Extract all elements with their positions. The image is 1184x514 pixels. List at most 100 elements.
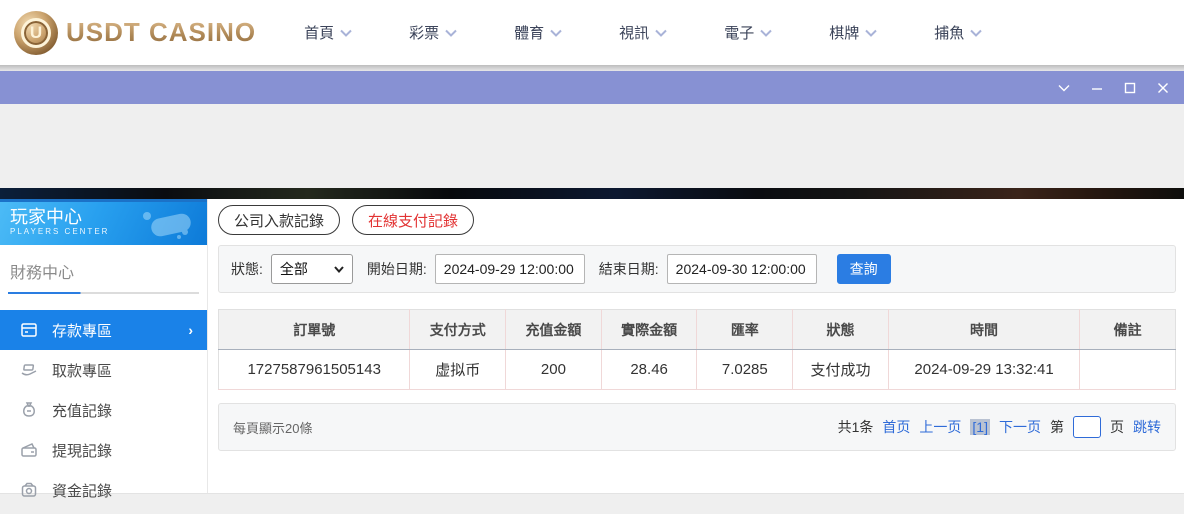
filter-bar: 狀態: 全部 開始日期: 結束日期: 查詢 [218, 245, 1176, 293]
chevron-right-icon: › [188, 322, 193, 338]
pager-controls: 共1条 首页 上一页 [1] 下一页 第 页 跳转 [838, 416, 1161, 438]
nav-item-home[interactable]: 首頁 [304, 22, 352, 43]
chevron-down-icon [334, 265, 344, 273]
sidebar-item-label: 充值記錄 [52, 402, 113, 420]
sidebar: 玩家中心 PLAYERS CENTER 財務中心 存款專區 › 取款專區 › [0, 199, 208, 500]
next-page-link[interactable]: 下一页 [999, 417, 1041, 437]
query-button[interactable]: 查詢 [836, 254, 891, 284]
chevron-down-icon [970, 29, 982, 37]
table-header-cell: 實際金額 [601, 309, 698, 350]
sidebar-menu: 存款專區 › 取款專區 › 充值記錄 › 提現記錄 › 資金記錄 › [0, 310, 207, 510]
page-jump-input[interactable] [1073, 416, 1101, 438]
minimize-icon[interactable] [1090, 81, 1104, 95]
sidebar-item-withdrawal-record[interactable]: 提現記錄 › [0, 430, 207, 470]
page-size-text: 每頁顯示20條 [233, 420, 313, 436]
status-select[interactable]: 全部 [270, 254, 353, 284]
end-date-label: 結束日期: [598, 261, 659, 277]
table-header-cell: 支付方式 [409, 309, 507, 350]
main-content: 公司入款記錄 在線支付記錄 狀態: 全部 開始日期: 結束日期: 查詢 訂單號支… [208, 199, 1184, 493]
sidebar-header: 玩家中心 PLAYERS CENTER [0, 199, 207, 245]
sidebar-item-label: 提現記錄 [52, 442, 113, 460]
chevron-down-icon [340, 29, 352, 37]
start-date-input[interactable] [434, 254, 585, 284]
section-underline [8, 292, 199, 294]
nav-item-slots[interactable]: 電子 [724, 22, 772, 43]
nav-item-cards[interactable]: 棋牌 [829, 22, 877, 43]
current-page-badge: [1] [970, 419, 990, 435]
close-icon[interactable] [1156, 81, 1170, 95]
main-nav: 首頁 彩票 體育 視訊 電子 棋牌 捕魚 [304, 22, 982, 43]
chevron-down-icon [865, 29, 877, 37]
money-bag-icon [23, 402, 35, 417]
jump-action-link[interactable]: 跳转 [1133, 417, 1161, 437]
total-count: 共1条 [837, 419, 874, 435]
table-header-cell: 匯率 [696, 309, 794, 350]
table-cell: 7.0285 [696, 349, 794, 390]
nav-label: 彩票 [409, 25, 440, 42]
nav-label: 體育 [514, 25, 545, 42]
record-tabs: 公司入款記錄 在線支付記錄 [218, 205, 1176, 235]
nav-label: 首頁 [304, 25, 335, 42]
table-cell: 1727587961505143 [218, 349, 411, 390]
table-row: 1727587961505143 虚拟币 200 28.46 7.0285 支付成功 202… [218, 349, 1176, 390]
chevron-down-icon [550, 29, 562, 37]
nav-label: 視訊 [619, 25, 650, 42]
sidebar-item-label: 資金記錄 [52, 482, 113, 500]
nav-label: 捕魚 [934, 25, 965, 42]
maximize-icon[interactable] [1123, 81, 1137, 95]
banner-strip [0, 188, 1184, 199]
pagination-bar: 每頁顯示20條 共1条 首页 上一页 [1] 下一页 第 页 跳转 [218, 403, 1176, 451]
table-header-row: 訂單號 支付方式 充值金額 實際金額 匯率 狀態 時間 備註 [218, 309, 1176, 350]
sidebar-item-label: 存款專區 [52, 322, 113, 340]
status-select-value: 全部 [279, 261, 308, 277]
sidebar-item-funds-record[interactable]: 資金記錄 › [0, 470, 207, 510]
sidebar-item-withdraw-zone[interactable]: 取款專區 › [0, 350, 207, 390]
nav-label: 電子 [724, 25, 755, 42]
finance-section: 財務中心 [0, 245, 207, 300]
table-header-cell: 時間 [888, 309, 1081, 350]
wallet-icon [21, 443, 37, 457]
tab-online-payment-record[interactable]: 在線支付記錄 [352, 205, 475, 235]
tab-company-deposit-record[interactable]: 公司入款記錄 [218, 205, 341, 235]
chevron-down-icon [655, 29, 667, 37]
sidebar-item-label: 取款專區 [52, 362, 113, 380]
chevron-down-icon [760, 29, 772, 37]
table-cell: 200 [505, 349, 602, 390]
nav-label: 棋牌 [829, 25, 860, 42]
nav-item-fishing[interactable]: 捕魚 [934, 22, 982, 43]
chevron-down-icon[interactable] [1057, 81, 1071, 95]
brand-logo[interactable]: U USDT CASINO [14, 10, 257, 55]
table-header-cell: 備註 [1079, 309, 1176, 350]
sidebar-item-deposit-zone[interactable]: 存款專區 › [0, 310, 207, 350]
end-date-input[interactable] [666, 254, 817, 284]
logo-letter: U [29, 23, 43, 42]
records-table: 訂單號 支付方式 充值金額 實際金額 匯率 狀態 時間 備註 1727587961505143… [218, 309, 1176, 390]
nav-item-live[interactable]: 視訊 [619, 22, 667, 43]
table-cell [1079, 349, 1176, 390]
table-header-cell: 狀態 [792, 309, 889, 350]
window-titlebar [0, 71, 1184, 104]
jump-suffix-label: 页 [1110, 419, 1124, 435]
sidebar-item-recharge-record[interactable]: 充值記錄 › [0, 390, 207, 430]
top-header: U USDT CASINO 首頁 彩票 體育 視訊 電子 棋牌 捕魚 [0, 0, 1184, 65]
chevron-down-icon [445, 29, 457, 37]
table-header-cell: 訂單號 [218, 309, 411, 350]
jump-prefix-label: 第 [1050, 419, 1064, 435]
nav-item-sports[interactable]: 體育 [514, 22, 562, 43]
first-page-link[interactable]: 首页 [882, 417, 910, 437]
withdraw-hand-icon [21, 364, 37, 376]
brand-logo-icon: U [14, 10, 58, 55]
coin-purse-icon [21, 482, 37, 497]
table-cell: 2024-09-29 13:32:41 [888, 349, 1081, 390]
table-cell: 虚拟币 [409, 349, 507, 390]
status-label: 狀態: [231, 261, 263, 277]
prev-page-link[interactable]: 上一页 [919, 417, 961, 437]
table-cell: 支付成功 [792, 349, 889, 390]
deposit-card-icon [21, 323, 37, 337]
gamepad-icon [143, 212, 191, 239]
brand-name: USDT CASINO [66, 17, 257, 47]
blank-strip [0, 104, 1184, 188]
table-cell: 28.46 [601, 349, 698, 390]
start-date-label: 開始日期: [366, 261, 427, 277]
nav-item-lottery[interactable]: 彩票 [409, 22, 457, 43]
